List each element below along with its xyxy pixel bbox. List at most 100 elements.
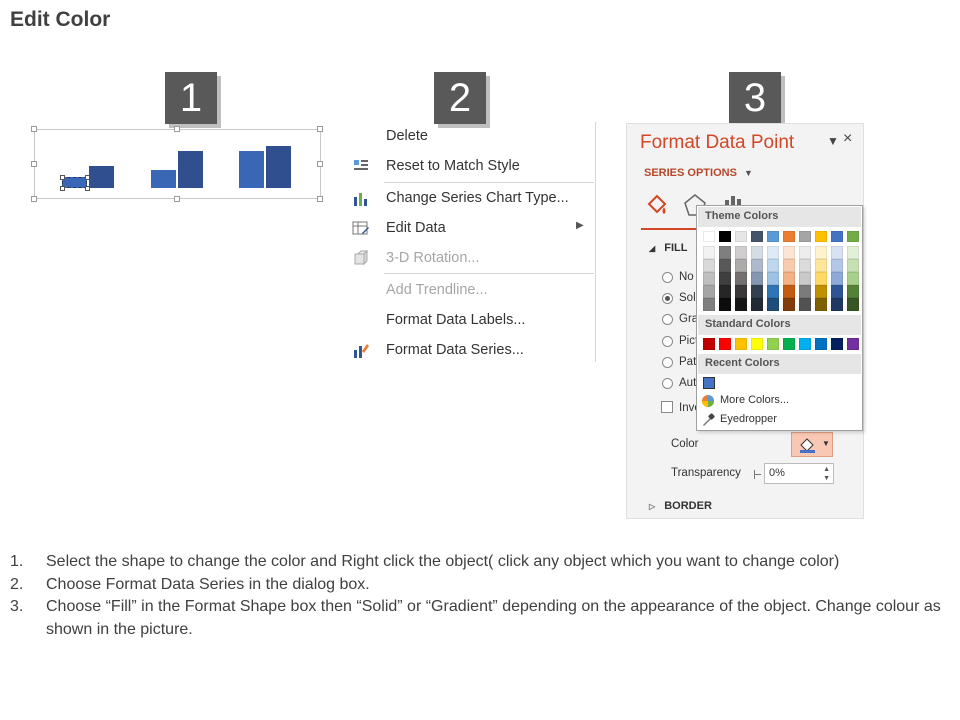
theme-shade-swatch[interactable] bbox=[799, 272, 811, 285]
theme-shade-swatch[interactable] bbox=[783, 298, 795, 311]
theme-shade-swatch[interactable] bbox=[831, 298, 843, 311]
theme-shade-swatch[interactable] bbox=[847, 285, 859, 298]
standard-color-swatch[interactable] bbox=[703, 338, 715, 350]
theme-shade-swatch[interactable] bbox=[703, 272, 715, 285]
theme-shade-swatch[interactable] bbox=[719, 298, 731, 311]
theme-color-swatch[interactable] bbox=[703, 231, 715, 242]
theme-shade-swatch[interactable] bbox=[719, 246, 731, 259]
theme-shade-swatch[interactable] bbox=[751, 285, 763, 298]
menu-item-change-chart-type[interactable]: Change Series Chart Type... bbox=[348, 184, 594, 212]
chart-bar[interactable] bbox=[89, 166, 114, 188]
theme-color-swatch[interactable] bbox=[735, 231, 747, 242]
theme-shade-swatch[interactable] bbox=[703, 246, 715, 259]
recent-color-swatch[interactable] bbox=[703, 377, 715, 389]
spinner-icon[interactable]: ▲ ▼ bbox=[823, 465, 830, 483]
theme-color-swatch[interactable] bbox=[767, 231, 779, 242]
theme-shade-swatch[interactable] bbox=[735, 246, 747, 259]
theme-shade-swatch[interactable] bbox=[719, 285, 731, 298]
menu-item-add-trendline[interactable]: Add Trendline... bbox=[348, 276, 594, 304]
invert-if-negative-checkbox[interactable] bbox=[661, 401, 673, 413]
theme-color-swatch[interactable] bbox=[831, 231, 843, 242]
chart-bar[interactable] bbox=[178, 150, 203, 188]
fill-picture-radio[interactable] bbox=[662, 336, 673, 347]
menu-item-format-data-series[interactable]: Format Data Series... bbox=[348, 336, 594, 364]
theme-shade-swatch[interactable] bbox=[767, 285, 779, 298]
theme-shade-swatch[interactable] bbox=[799, 246, 811, 259]
theme-shade-swatch[interactable] bbox=[799, 259, 811, 272]
standard-color-swatch[interactable] bbox=[831, 338, 843, 350]
more-colors-link[interactable]: More Colors... bbox=[720, 394, 789, 406]
standard-color-swatch[interactable] bbox=[767, 338, 779, 350]
theme-color-swatch[interactable] bbox=[847, 231, 859, 242]
chart-bar[interactable] bbox=[266, 146, 291, 188]
theme-shade-swatch[interactable] bbox=[703, 298, 715, 311]
close-icon[interactable]: × bbox=[843, 130, 852, 148]
theme-shade-swatch[interactable] bbox=[799, 298, 811, 311]
selection-handle[interactable] bbox=[60, 175, 65, 180]
resize-handle[interactable] bbox=[174, 126, 180, 132]
series-options-dropdown[interactable]: SERIES OPTIONS ▼ bbox=[644, 167, 753, 179]
menu-item-reset-style[interactable]: Reset to Match Style bbox=[348, 152, 594, 180]
fill-no-fill-radio[interactable] bbox=[662, 272, 673, 283]
theme-color-swatch[interactable] bbox=[719, 231, 731, 242]
theme-color-swatch[interactable] bbox=[783, 231, 795, 242]
theme-shade-swatch[interactable] bbox=[783, 246, 795, 259]
standard-color-swatch[interactable] bbox=[735, 338, 747, 350]
standard-color-swatch[interactable] bbox=[783, 338, 795, 350]
menu-item-edit-data[interactable]: Edit Data ▶ bbox=[348, 214, 594, 242]
resize-handle[interactable] bbox=[317, 161, 323, 167]
theme-shade-swatch[interactable] bbox=[847, 272, 859, 285]
selection-handle[interactable] bbox=[60, 186, 65, 191]
theme-shade-swatch[interactable] bbox=[719, 259, 731, 272]
theme-shade-swatch[interactable] bbox=[831, 246, 843, 259]
theme-shade-swatch[interactable] bbox=[815, 285, 827, 298]
theme-shade-swatch[interactable] bbox=[831, 272, 843, 285]
theme-color-swatch[interactable] bbox=[799, 231, 811, 242]
chart-bar[interactable] bbox=[151, 170, 176, 188]
theme-shade-swatch[interactable] bbox=[799, 285, 811, 298]
theme-shade-swatch[interactable] bbox=[767, 298, 779, 311]
theme-shade-swatch[interactable] bbox=[703, 259, 715, 272]
theme-shade-swatch[interactable] bbox=[735, 298, 747, 311]
menu-item-format-data-labels[interactable]: Format Data Labels... bbox=[348, 306, 594, 334]
theme-shade-swatch[interactable] bbox=[815, 259, 827, 272]
theme-shade-swatch[interactable] bbox=[735, 259, 747, 272]
theme-shade-swatch[interactable] bbox=[735, 285, 747, 298]
resize-handle[interactable] bbox=[31, 161, 37, 167]
theme-shade-swatch[interactable] bbox=[767, 272, 779, 285]
standard-color-swatch[interactable] bbox=[799, 338, 811, 350]
theme-shade-swatch[interactable] bbox=[703, 285, 715, 298]
theme-shade-swatch[interactable] bbox=[847, 259, 859, 272]
slider-thumb[interactable] bbox=[754, 474, 761, 475]
theme-shade-swatch[interactable] bbox=[735, 272, 747, 285]
theme-shade-swatch[interactable] bbox=[767, 246, 779, 259]
selected-chart-bar[interactable] bbox=[60, 175, 90, 191]
theme-shade-swatch[interactable] bbox=[783, 285, 795, 298]
fill-automatic-radio[interactable] bbox=[662, 378, 673, 389]
fill-solid-radio[interactable] bbox=[662, 293, 673, 304]
theme-shade-swatch[interactable] bbox=[783, 272, 795, 285]
theme-shade-swatch[interactable] bbox=[751, 246, 763, 259]
theme-shade-swatch[interactable] bbox=[815, 298, 827, 311]
theme-shade-swatch[interactable] bbox=[719, 272, 731, 285]
standard-color-swatch[interactable] bbox=[847, 338, 859, 350]
theme-color-swatch[interactable] bbox=[751, 231, 763, 242]
eyedropper-option[interactable]: Eyedropper bbox=[720, 413, 777, 425]
fill-pattern-radio[interactable] bbox=[662, 357, 673, 368]
resize-handle[interactable] bbox=[31, 126, 37, 132]
standard-color-swatch[interactable] bbox=[815, 338, 827, 350]
theme-shade-swatch[interactable] bbox=[847, 246, 859, 259]
resize-handle[interactable] bbox=[174, 196, 180, 202]
resize-handle[interactable] bbox=[317, 196, 323, 202]
theme-shade-swatch[interactable] bbox=[831, 259, 843, 272]
theme-shade-swatch[interactable] bbox=[815, 246, 827, 259]
theme-shade-swatch[interactable] bbox=[815, 272, 827, 285]
chart-area[interactable] bbox=[31, 126, 323, 202]
theme-shade-swatch[interactable] bbox=[783, 259, 795, 272]
standard-color-swatch[interactable] bbox=[751, 338, 763, 350]
transparency-input[interactable]: 0% ▲ ▼ bbox=[764, 463, 834, 484]
border-section-header[interactable]: ▷ BORDER bbox=[649, 500, 712, 512]
theme-shade-swatch[interactable] bbox=[831, 285, 843, 298]
theme-shade-swatch[interactable] bbox=[751, 298, 763, 311]
pane-options-dropdown-icon[interactable]: ▼ bbox=[827, 134, 839, 148]
